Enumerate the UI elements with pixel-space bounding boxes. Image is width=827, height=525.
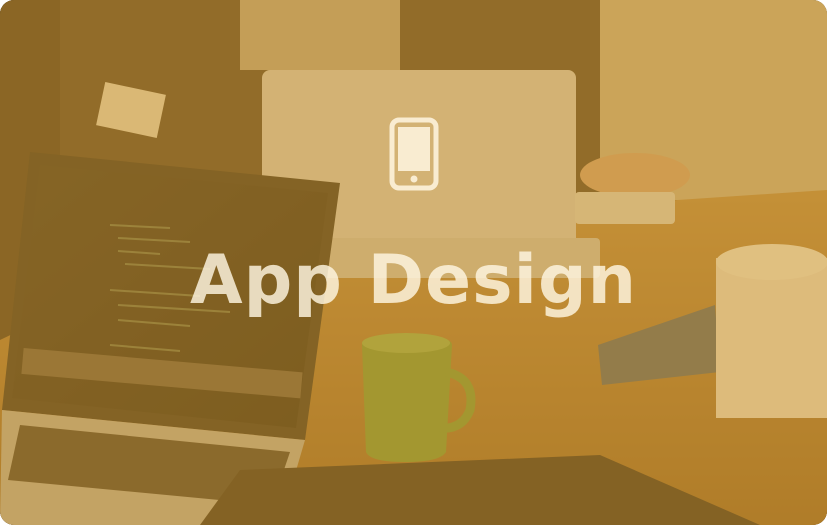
smartphone-icon bbox=[389, 117, 439, 191]
card-title: App Design bbox=[189, 241, 638, 320]
portfolio-card[interactable]: App Design bbox=[0, 0, 827, 525]
card-content: App Design bbox=[0, 0, 827, 525]
